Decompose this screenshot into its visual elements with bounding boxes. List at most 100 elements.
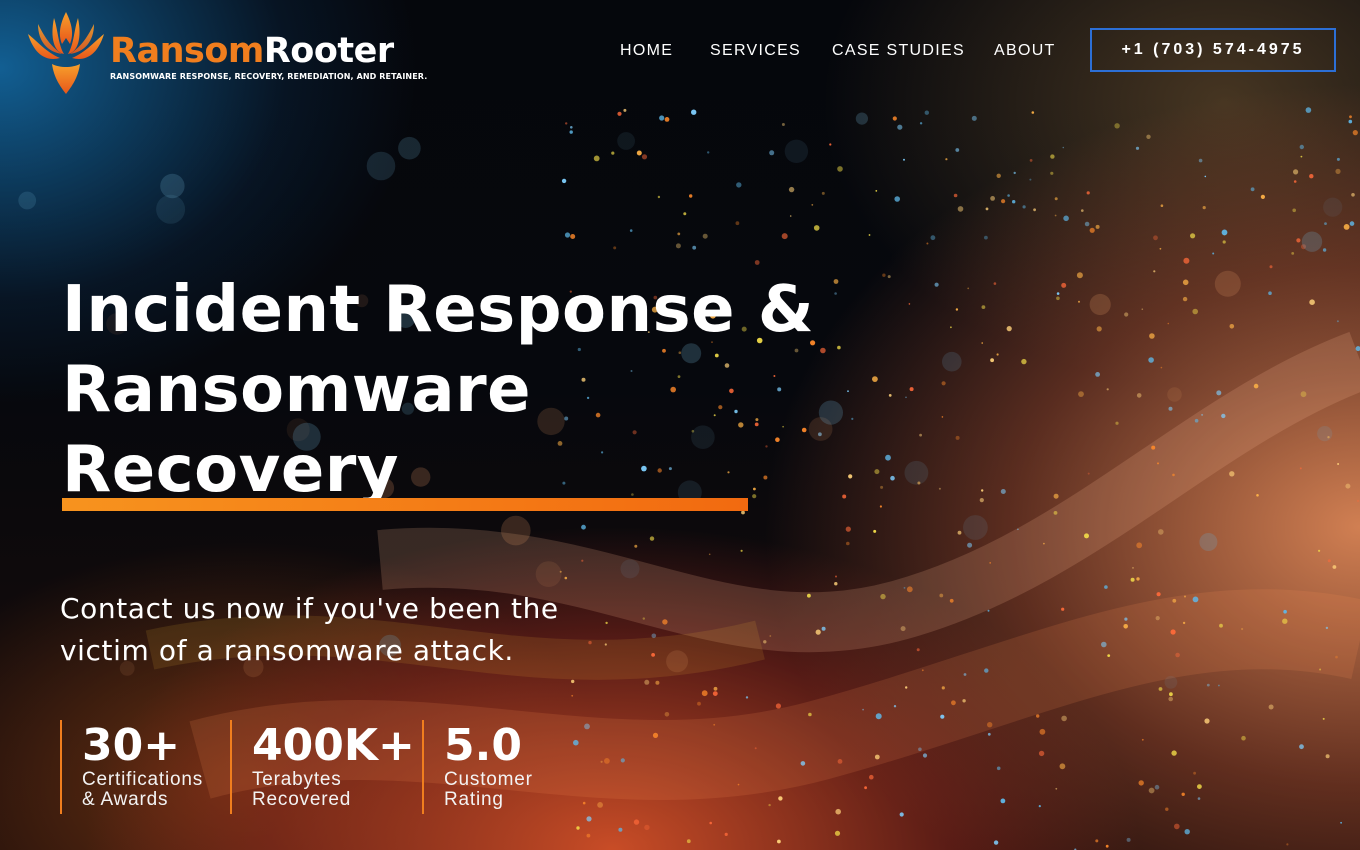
particle [890, 475, 895, 481]
particle [1146, 134, 1151, 139]
particle [1031, 111, 1035, 114]
particle [781, 123, 785, 126]
brand-logo[interactable]: RansomRooter RANSOMWARE RESPONSE, RECOVE… [24, 8, 427, 98]
particle [981, 305, 986, 309]
particle [1204, 718, 1210, 724]
particle [868, 234, 871, 236]
particle [1130, 577, 1135, 582]
particle [1158, 529, 1164, 535]
particle [1322, 248, 1327, 252]
particle [987, 722, 993, 728]
bokeh-light [398, 136, 421, 160]
particle [987, 732, 991, 736]
particle [905, 396, 907, 399]
particle [1141, 308, 1144, 311]
particle [564, 232, 571, 238]
nav-home[interactable]: HOME [620, 42, 673, 60]
particle [807, 593, 811, 598]
particle [835, 575, 837, 578]
particle [1193, 771, 1196, 775]
particle [1171, 750, 1177, 756]
particle [1136, 393, 1142, 398]
particle [800, 761, 806, 766]
particle [1062, 146, 1065, 149]
brand-name-part1: Ransom [110, 31, 264, 71]
hero-subtitle-line: victim of a ransomware attack. [60, 634, 514, 667]
particle [835, 808, 841, 815]
particle [1056, 296, 1060, 301]
particle [1182, 296, 1188, 302]
particle [829, 143, 832, 146]
particle [1172, 598, 1177, 603]
particle [1335, 168, 1341, 174]
nav-about[interactable]: ABOUT [994, 42, 1056, 60]
particle [1183, 257, 1190, 264]
particle [1204, 175, 1207, 178]
particle [1078, 391, 1084, 397]
particle [709, 821, 712, 825]
particle [778, 796, 783, 801]
particle [821, 626, 826, 631]
particle [604, 758, 610, 764]
particle [874, 469, 880, 475]
particle [1309, 174, 1314, 179]
particle [1299, 744, 1304, 750]
particle [873, 529, 877, 533]
particle [1132, 567, 1134, 569]
particle [1054, 214, 1057, 217]
particle [1336, 157, 1340, 161]
particle [600, 760, 603, 763]
particle [581, 524, 586, 530]
particle [1296, 238, 1301, 243]
particle [900, 626, 906, 632]
particle [1283, 609, 1287, 614]
particle [1292, 208, 1296, 213]
particle [1335, 655, 1338, 659]
phoenix-logo-icon [28, 12, 104, 94]
particle [1170, 629, 1176, 635]
particle [1029, 159, 1033, 162]
particle [1084, 533, 1089, 539]
particle [775, 703, 782, 709]
nav-case-studies[interactable]: CASE STUDIES [832, 42, 965, 60]
particle [1141, 738, 1144, 741]
particle [1022, 205, 1026, 209]
bokeh-light [1323, 197, 1343, 217]
particle [611, 151, 615, 155]
particle [741, 510, 745, 515]
particle [565, 122, 568, 125]
particle [1104, 585, 1108, 589]
bokeh-light [1214, 270, 1241, 297]
particle [1038, 805, 1041, 808]
phone-button[interactable]: +1 (703) 574-4975 [1090, 28, 1336, 72]
particle [1114, 123, 1120, 129]
particle [1149, 333, 1155, 339]
bokeh-light [1199, 533, 1218, 551]
particle [576, 826, 580, 830]
particle [1036, 714, 1040, 718]
particle [1160, 366, 1163, 369]
nav-services[interactable]: SERVICES [710, 42, 801, 60]
particle [1256, 494, 1259, 497]
particle [1148, 787, 1155, 794]
particle [708, 553, 711, 556]
particle [713, 686, 718, 691]
particle [683, 212, 687, 216]
particle [701, 690, 708, 697]
bokeh-light [855, 112, 869, 125]
particle [571, 694, 574, 697]
particle [1138, 780, 1144, 786]
particle [1216, 390, 1222, 396]
particle [996, 353, 999, 356]
particle [953, 193, 958, 198]
particle [1293, 180, 1297, 183]
particle [1340, 821, 1342, 824]
bokeh-light [1317, 426, 1333, 442]
particle [887, 275, 891, 279]
particle [597, 802, 603, 808]
particle [987, 609, 990, 612]
particle [957, 530, 962, 535]
particle [1086, 191, 1090, 195]
hero-title-line: Incident Response & [62, 273, 815, 347]
particle [1299, 144, 1305, 150]
